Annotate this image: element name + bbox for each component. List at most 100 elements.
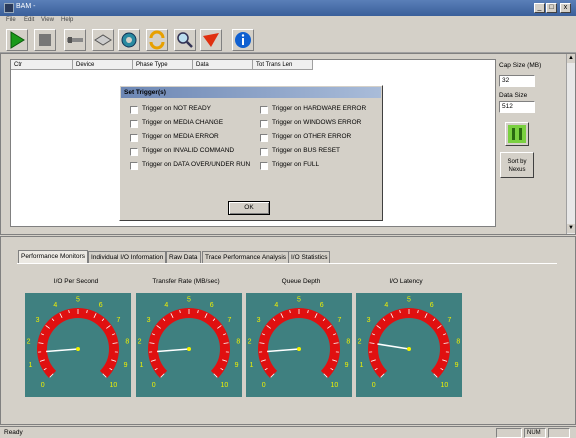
refresh-button[interactable] [146,29,168,51]
search-icon [177,32,193,48]
menu-file[interactable]: File [6,17,16,23]
play-button[interactable] [6,29,28,51]
checkbox-full[interactable] [260,162,268,170]
gauge-tick-label: 5 [407,297,411,304]
dialog-title: Set Trigger(s) [121,87,381,98]
checkbox-windows-error[interactable] [260,120,268,128]
search-button[interactable] [174,29,196,51]
gauge-tick-label: 3 [147,317,151,324]
column-header-device[interactable]: Device [73,60,133,70]
scroll-up-icon[interactable]: ▲ [567,54,575,63]
gauge-needle [267,348,300,353]
gauge-dial: 0 1 2 3 4 5 6 7 8 9 10 [358,297,461,389]
minimize-button[interactable]: _ [534,3,545,13]
gauge-title-transfer-rate: Transfer Rate (MB/sec) [152,278,220,285]
gauge-arc [258,308,340,378]
settings-button[interactable] [118,29,140,51]
gauge-tick-label: 4 [274,302,278,309]
label-hardware-error: Trigger on HARDWARE ERROR [272,105,367,112]
trigger-button[interactable] [200,29,222,51]
gauge-tick-label: 3 [36,317,40,324]
gauge-hub [76,347,80,351]
play-icon [10,31,25,49]
checkbox-hardware-error[interactable] [260,106,268,114]
gauge-tick-label: 6 [99,302,103,309]
checkbox-data-over-under-run[interactable] [130,162,138,170]
menu-view[interactable]: View [41,17,54,23]
checkbox-invalid-command[interactable] [130,148,138,156]
gauge-tick-label: 9 [455,362,459,369]
gauge-tick-label: 7 [447,317,451,324]
pause-button[interactable] [505,122,529,146]
status-text: Ready [4,429,23,436]
column-header-tot-trans-len[interactable]: Tot Trans Len [253,60,313,70]
gauge-tick-label: 7 [116,317,120,324]
ok-button[interactable]: OK [228,201,270,215]
window-title: BAM - [16,3,36,10]
label-data-over-under-run: Trigger on DATA OVER/UNDER RUN [142,161,251,168]
sort-label-line2: Nexus [508,167,526,173]
checkbox-other-error[interactable] [260,134,268,142]
checkbox-bus-reset[interactable] [260,148,268,156]
checkbox-media-change[interactable] [130,120,138,128]
gauge-tick-label: 4 [53,302,57,309]
gauge-arc [37,308,119,378]
gauge-tick-label: 1 [359,362,363,369]
column-header-ctr[interactable]: Ctr [11,60,73,70]
gauge-tick-label: 8 [125,339,129,346]
tab-io-statistics[interactable]: I/O Statistics [288,251,331,263]
gauge-needle [377,343,410,350]
data-size-field[interactable]: 512 [499,101,535,113]
gauge-tick-label: 0 [41,382,45,389]
tab-individual-io-information[interactable]: Individual I/O Information [88,251,167,263]
stop-icon [39,34,51,46]
gauge-tick-label: 2 [138,339,142,346]
close-button[interactable]: x [560,3,571,13]
connect-button[interactable] [64,29,86,51]
tab-performance-monitors[interactable]: Performance Monitors [18,250,88,263]
cap-size-field[interactable]: 32 [499,75,535,87]
set-triggers-dialog: Set Trigger(s) Trigger on NOT READY Trig… [119,85,383,221]
scroll-down-icon[interactable]: ▼ [567,224,575,233]
gauge-io-per-second: 0 1 2 3 4 5 6 7 8 9 10 [25,293,131,397]
label-windows-error: Trigger on WINDOWS ERROR [272,119,362,126]
gauge-tick-label: 1 [249,362,253,369]
stop-button[interactable] [34,29,56,51]
gauge-tick-label: 6 [320,302,324,309]
gauge-tick-label: 10 [220,382,228,389]
gauge-tick-label: 4 [384,302,388,309]
gauge-needle [157,348,190,353]
gauge-tick-label: 1 [28,362,32,369]
sort-by-nexus-button[interactable]: Sort by Nexus [500,152,534,178]
gauge-arc [368,308,450,378]
maximize-button[interactable]: □ [546,3,557,13]
gauge-tick-label: 1 [139,362,143,369]
status-bar: Ready NUM [0,426,576,438]
checkbox-media-error[interactable] [130,134,138,142]
column-header-phase-type[interactable]: Phase Type [133,60,193,70]
gauge-tick-label: 2 [358,339,362,346]
tab-trace-performance-analysis[interactable]: Trace Performance Analysis [202,251,290,263]
upper-scrollbar[interactable]: ▲ ▼ [566,54,575,234]
menu-help[interactable]: Help [61,17,73,23]
gauge-tick-label: 5 [76,297,80,304]
info-icon [235,32,251,48]
title-bar: BAM - _ □ x [0,0,576,16]
gauge-tick-label: 8 [346,339,350,346]
label-media-error: Trigger on MEDIA ERROR [142,133,219,140]
label-media-change: Trigger on MEDIA CHANGE [142,119,224,126]
gauge-tick-label: 6 [430,302,434,309]
tab-raw-data[interactable]: Raw Data [166,251,201,263]
data-size-label: Data Size [499,92,528,99]
column-header-data[interactable]: Data [193,60,253,70]
device-button[interactable] [92,29,114,51]
gauge-dial: 0 1 2 3 4 5 6 7 8 9 10 [248,297,351,389]
gauge-tick-label: 9 [235,362,239,369]
gauge-tick-label: 0 [152,382,156,389]
gauge-tick-label: 8 [236,339,240,346]
menu-edit[interactable]: Edit [24,17,34,23]
refresh-icon [149,30,165,50]
info-button[interactable] [232,29,254,51]
gauge-arc [148,308,230,378]
checkbox-not-ready[interactable] [130,106,138,114]
